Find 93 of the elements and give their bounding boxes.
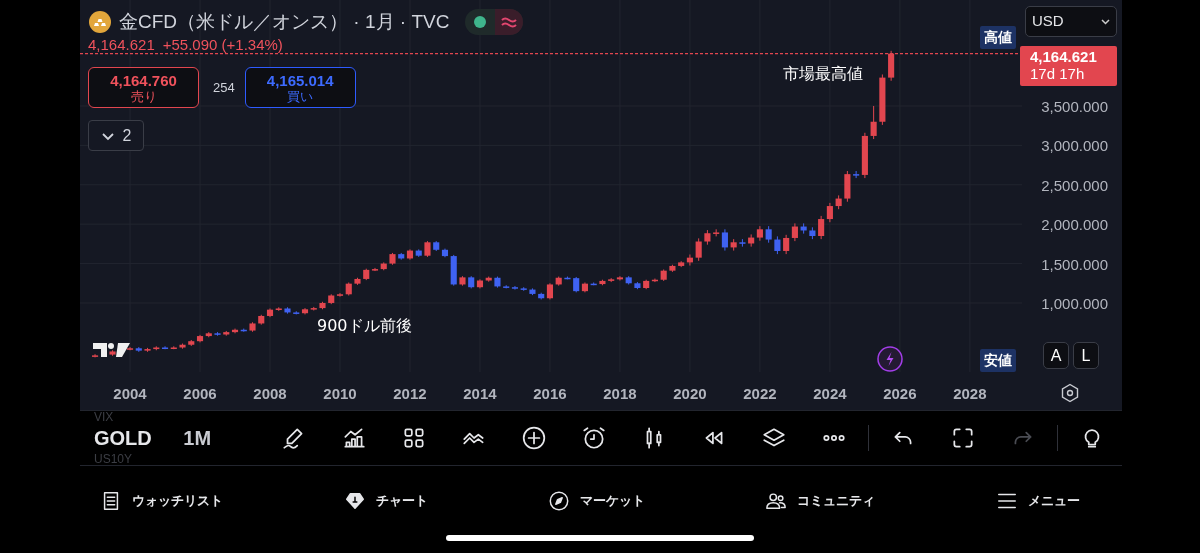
buy-button[interactable]: 4,165.014 買い: [244, 67, 356, 108]
axis-label: 3,000.000: [1041, 137, 1108, 155]
annotation-text: 900ドル前後: [317, 316, 412, 335]
countdown-text: 17d 17h: [1030, 64, 1085, 83]
candlestick: [520, 286, 527, 292]
candlestick: [144, 347, 151, 353]
axis-label: 1,500.000: [1041, 255, 1108, 273]
axis-label: 2018: [603, 385, 637, 402]
candlestick: [319, 301, 326, 310]
axis-label: 2,500.000: [1041, 176, 1108, 194]
candlestick: [730, 238, 737, 252]
candlestick: [765, 225, 772, 244]
axis-label: 2004: [113, 385, 147, 402]
interval-label[interactable]: 1M: [163, 423, 264, 453]
fullscreen-icon[interactable]: [950, 425, 976, 451]
candlestick: [844, 170, 851, 203]
sell-button[interactable]: 4,164.760 売り: [88, 67, 199, 108]
nav-item[interactable]: ウォッチリスト: [94, 486, 230, 516]
low-label: 安値: [980, 349, 1016, 372]
axis-label: 2026: [883, 385, 917, 402]
nav-item[interactable]: チャート: [337, 486, 434, 516]
candlestick: [564, 276, 571, 280]
candlestick: [354, 277, 361, 286]
spread-value: 254: [213, 78, 235, 97]
candlestick: [879, 73, 886, 126]
candlestick: [634, 281, 641, 290]
scale-button[interactable]: L: [1073, 342, 1099, 369]
axis-label: 2014: [463, 385, 497, 402]
logo: [93, 343, 130, 357]
lightning-icon[interactable]: [877, 346, 903, 372]
axis-label: 2016: [533, 385, 567, 402]
axis-label: 2028: [953, 385, 987, 402]
candlestick: [214, 331, 221, 337]
nav-item[interactable]: メニュー: [989, 486, 1086, 516]
candlestick: [179, 343, 186, 350]
candlestick: [92, 353, 99, 358]
candlestick: [109, 349, 116, 357]
price-change: +55.090 (+1.34%): [162, 35, 283, 55]
last-price: 4,164.621: [88, 35, 155, 55]
axis-label: 3,500.000: [1041, 98, 1108, 115]
candlestick: [800, 222, 807, 235]
coin-icon: [89, 11, 111, 34]
candlestick: [669, 264, 676, 273]
candlestick: [870, 105, 877, 140]
annotation-text: 市場最高値: [783, 64, 863, 83]
settings-icon[interactable]: [1060, 383, 1080, 403]
candlestick: [835, 194, 842, 210]
nav-item[interactable]: コミュニティ: [759, 486, 882, 516]
grid-icon[interactable]: [401, 425, 427, 451]
high-label: 高値: [980, 26, 1016, 49]
candlestick: [625, 275, 632, 285]
axis-label: 2022: [743, 385, 777, 402]
symbol-name[interactable]: GOLD: [94, 423, 164, 453]
currency-select[interactable]: USD: [1025, 6, 1117, 37]
candlestick: [739, 238, 746, 248]
axis-label: 2008: [253, 385, 287, 402]
candlestick: [774, 235, 781, 255]
candlestick: [424, 240, 431, 258]
candlestick: [284, 306, 291, 315]
plus-circle-icon[interactable]: [521, 425, 547, 451]
alarm-clock-icon[interactable]: [581, 425, 607, 451]
diamond-icon: [343, 490, 366, 512]
status-dot-icon: [474, 16, 487, 29]
candlestick: [249, 321, 256, 333]
indicators-toggle[interactable]: 2: [88, 120, 144, 151]
tag-price: 4,164.621: [1030, 47, 1098, 65]
candlestick: [529, 287, 536, 296]
axis-label: 2024: [813, 385, 847, 402]
chevron-down-icon: [1101, 18, 1110, 25]
candlestick: [809, 226, 816, 240]
axis-label: 2010: [323, 385, 357, 402]
candlestick: [660, 269, 667, 282]
candlestick: [555, 276, 562, 287]
candlestick: [888, 50, 895, 82]
candlestick: [590, 282, 597, 286]
candlestick: [599, 279, 606, 286]
candlestick: [459, 275, 466, 287]
axis-label: 2,000.000: [1041, 216, 1108, 234]
chevron-down-icon: [100, 130, 115, 141]
candlestick: [494, 276, 501, 289]
chart-title: 金CFD（米ドル／オンス） · 1月 · TVC: [119, 10, 450, 34]
axis-label: 2012: [393, 385, 427, 402]
axis-label: 2006: [183, 385, 217, 402]
wave-icon: [501, 16, 518, 29]
compass-icon: [547, 490, 570, 512]
scale-button[interactable]: A: [1043, 342, 1069, 369]
axis-label: 2020: [673, 385, 707, 402]
candlestick: [704, 229, 711, 246]
people-icon: [765, 490, 788, 512]
candlestick: [695, 237, 702, 262]
candlestick: [389, 252, 396, 266]
axis-label: 1,000.000: [1041, 294, 1108, 312]
nav-item[interactable]: マーケット: [541, 486, 651, 516]
